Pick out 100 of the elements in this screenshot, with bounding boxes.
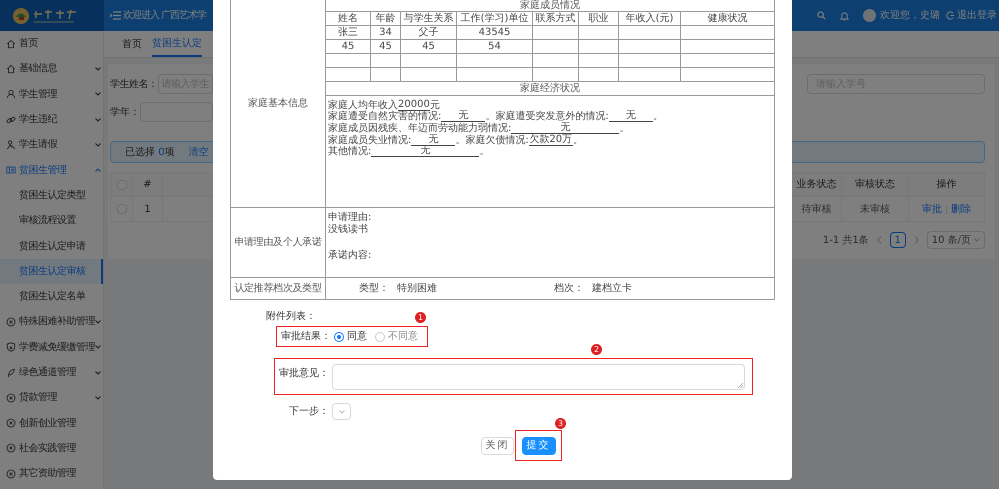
- economic-line: 家庭人均年收入20000元: [328, 99, 441, 111]
- circle-x-icon: [6, 443, 16, 454]
- pagination-summary: 1-1 共1条: [822, 234, 869, 248]
- sidebar-item[interactable]: 学生违纪: [0, 106, 103, 132]
- user-greeting: 欢迎您，史璐: [880, 8, 940, 23]
- next-page-icon[interactable]: [914, 236, 919, 244]
- action-link[interactable]: 审批: [922, 202, 942, 216]
- close-button[interactable]: 关闭: [481, 436, 514, 454]
- table-cell: 34: [379, 26, 392, 38]
- tab[interactable]: 首页: [122, 31, 142, 57]
- field-value: 特别困难: [397, 282, 437, 296]
- page-size-select[interactable]: 10 条/页: [926, 231, 985, 249]
- row-label: 家庭基本信息: [248, 96, 308, 111]
- avatar[interactable]: [863, 9, 876, 22]
- reason-text: 没钱读书: [328, 224, 369, 236]
- leaf-icon: [6, 368, 16, 378]
- circle-x-icon: [6, 316, 16, 327]
- submit-button[interactable]: 提交: [522, 436, 556, 454]
- text-area[interactable]: [332, 364, 745, 390]
- field-label: 档次：: [554, 282, 584, 296]
- field-label: 审批结果：: [280, 330, 331, 344]
- sidebar-item[interactable]: 基础信息: [0, 56, 103, 82]
- link-icon: [6, 114, 16, 125]
- economic-line: 家庭成员失业情况: 无 。家庭欠债情况:欠款20万。: [328, 134, 584, 146]
- chevron-icon: [974, 238, 980, 242]
- table-cell-text: 未审核: [860, 202, 890, 216]
- field-value: 建档立卡: [592, 282, 632, 296]
- radio-option[interactable]: 同意: [334, 329, 367, 344]
- chevron-icon: [95, 320, 101, 324]
- column-header: 工作(学习)单位: [460, 12, 528, 24]
- field-label: 学年：: [110, 106, 140, 120]
- sidebar-item[interactable]: 学生请假: [0, 132, 103, 158]
- marker-badge: 3: [555, 418, 566, 429]
- chevron-icon: [95, 142, 101, 147]
- action-link[interactable]: 删除: [951, 202, 971, 216]
- logout-link[interactable]: 退出登录: [957, 8, 997, 23]
- sidebar-item[interactable]: 学费减免缓缴管理: [0, 334, 103, 360]
- previous-page-icon[interactable]: [876, 236, 882, 244]
- section-label: 附件列表：: [266, 311, 316, 323]
- marker-badge: 1: [415, 312, 426, 323]
- chevron-icon: [95, 92, 101, 96]
- sidebar-item[interactable]: 首页: [0, 31, 103, 56]
- column-header: 姓名: [338, 12, 358, 24]
- column-header: 联系方式: [536, 12, 576, 24]
- marker-badge: 2: [591, 344, 602, 355]
- sidebar-subitem[interactable]: 审核流程设置: [0, 208, 103, 234]
- table-cell-text: 待审核: [802, 202, 832, 216]
- column-header: 健康状况: [708, 12, 748, 24]
- logout-icon[interactable]: [946, 11, 955, 20]
- sidebar-item[interactable]: 贫困生管理: [0, 157, 103, 183]
- economic-line: 家庭遭受自然灾害的情况: 无 。家庭遭受突发意外的情况: 无 。: [328, 110, 664, 122]
- table-cell-text: 1: [144, 202, 151, 216]
- bell-icon[interactable]: [840, 10, 849, 20]
- user-icon: [6, 89, 16, 100]
- column-header: 审核状态: [855, 178, 895, 192]
- search-icon[interactable]: [817, 11, 826, 20]
- chevron-icon: [95, 66, 101, 71]
- field-label: 审批意见：: [278, 366, 329, 381]
- page-button[interactable]: 1: [890, 232, 906, 248]
- sidebar-item[interactable]: 特殊困难补助管理: [0, 309, 103, 335]
- clear-link[interactable]: 清空: [188, 144, 209, 160]
- column-header: 职业: [588, 12, 608, 24]
- sidebar-item[interactable]: 创新创业管理: [0, 410, 103, 436]
- sidebar-item[interactable]: 绿色通道管理: [0, 360, 103, 386]
- sidebar-item[interactable]: 其它资助管理: [0, 461, 103, 486]
- table-cell: 父子: [418, 26, 438, 38]
- chevron-icon: [95, 396, 101, 400]
- chevron-icon: [95, 345, 101, 350]
- field-label: 学生姓名：: [110, 78, 158, 92]
- table-cell: 54: [488, 40, 501, 52]
- shield-icon: [6, 342, 16, 352]
- sidebar-subitem[interactable]: 贫困生认定申请: [0, 233, 103, 259]
- table-cell: 45: [379, 40, 392, 52]
- column-header: 与学生关系: [404, 12, 454, 24]
- card-icon: [6, 165, 16, 176]
- radio-option[interactable]: 不同意: [375, 329, 418, 344]
- selection-count: 已选择 0项: [125, 146, 175, 160]
- circle-x-icon: [6, 392, 16, 403]
- circle-x-icon: [6, 468, 16, 479]
- row-label: 申请理由及个人承诺: [234, 236, 322, 250]
- table-cell: 45: [422, 40, 435, 52]
- sidebar-item[interactable]: 贷款管理: [0, 385, 103, 410]
- table-cell: 43545: [478, 26, 510, 38]
- menu-icon[interactable]: [110, 11, 121, 20]
- select-field[interactable]: [332, 403, 351, 420]
- table-cell: 45: [342, 40, 354, 52]
- field-label: 下一步：: [288, 404, 329, 419]
- chevron-icon: [95, 370, 101, 374]
- sidebar-subitem[interactable]: 贫困生认定审核: [0, 258, 103, 284]
- resize-handle-icon[interactable]: [738, 382, 743, 388]
- economic-line: 家庭成员因残疾、年迈而劳动能力弱情况: 无 。: [328, 122, 630, 134]
- column-header: #: [143, 178, 152, 192]
- sidebar-subitem[interactable]: 贫困生认定类型: [0, 182, 103, 208]
- home-icon: [6, 38, 16, 49]
- chevron-icon: [95, 168, 101, 172]
- sidebar-item[interactable]: 社会实践管理: [0, 436, 103, 462]
- person-icon: [6, 140, 16, 150]
- column-header: 年收入(元): [626, 12, 674, 24]
- tab[interactable]: 贫困生认定: [152, 31, 202, 57]
- sidebar-item[interactable]: 学生管理: [0, 82, 103, 107]
